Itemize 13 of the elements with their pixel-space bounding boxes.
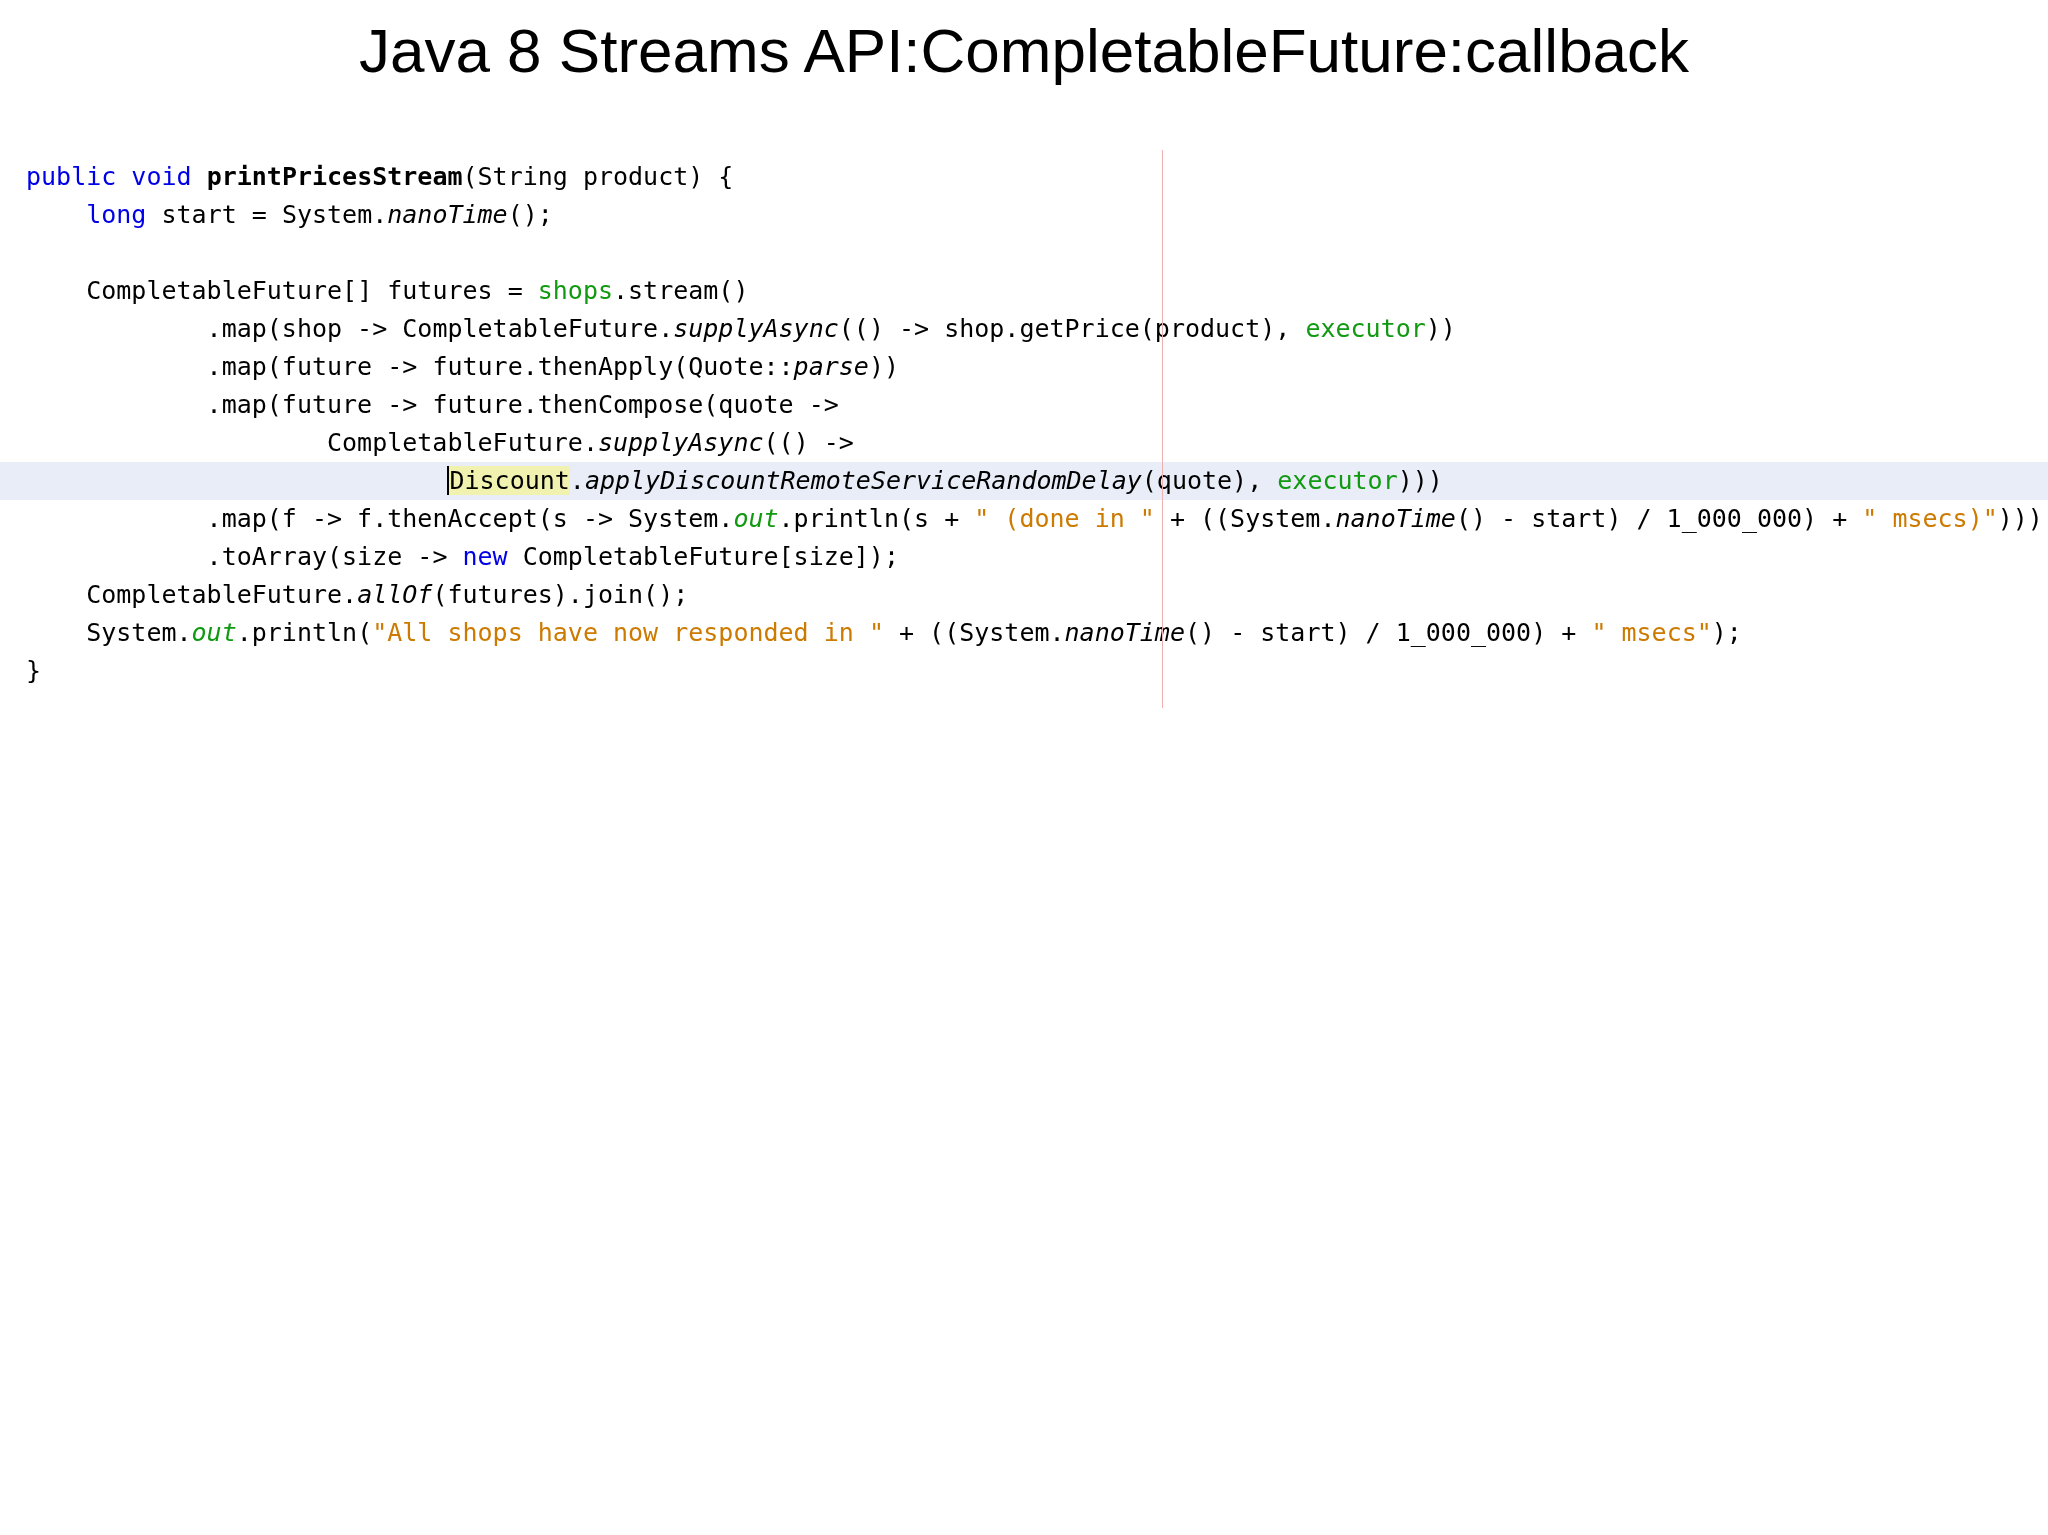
code-line: System.out.println("All shops have now responded in " + ((System.nanoTime() - start) / 1_000_000) + " msecs");	[85, 617, 1743, 649]
code-line: .map(future -> future.thenApply(Quote::parse))	[205, 351, 900, 383]
code-line: .toArray(size -> new CompletableFuture[size]);	[205, 541, 900, 573]
code-line: }	[25, 655, 43, 687]
code-line: CompletableFuture[] futures = shops.stream()	[85, 275, 750, 307]
code-line: .map(f -> f.thenAccept(s -> System.out.println(s + " (done in " + ((System.nanoTime() - start) / 1_000_000) + " msecs)")))	[205, 503, 2044, 535]
code-line: .map(future -> future.thenCompose(quote ->	[205, 389, 840, 421]
code-line: CompletableFuture.allOf(futures).join();	[85, 579, 690, 611]
code-line: long start = System.nanoTime();	[85, 199, 554, 231]
code-line: .map(shop -> CompletableFuture.supplyAsync(() -> shop.getPrice(product), executor))	[205, 313, 1457, 345]
code-line: CompletableFuture.supplyAsync(() ->	[326, 427, 855, 459]
text-cursor-highlight: Discount	[447, 466, 570, 495]
code-line: public void printPricesStream(String product) {	[25, 161, 735, 193]
